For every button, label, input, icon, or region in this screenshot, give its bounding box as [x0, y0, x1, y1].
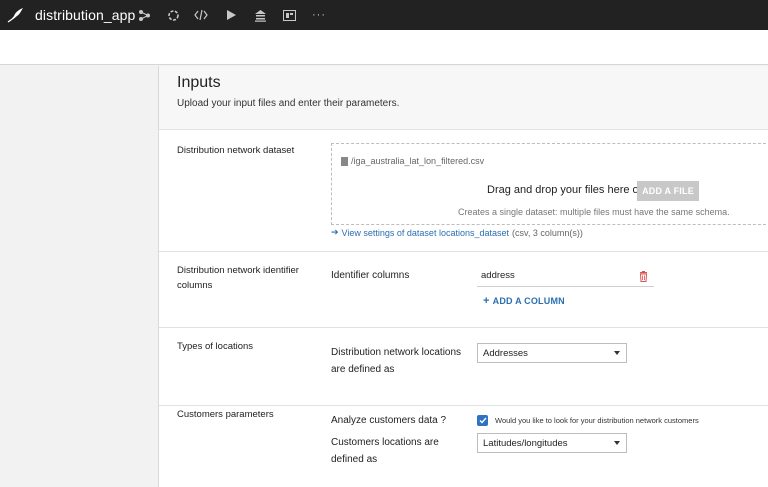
view-link-text[interactable]: View settings of dataset locations_datas… [342, 228, 509, 238]
analyze-customers-help: Would you like to look for your distribu… [495, 416, 699, 425]
selected-value: Addresses [483, 347, 528, 359]
dashboard-icon[interactable] [282, 8, 296, 22]
identifier-section: Distribution network identifier columns … [159, 252, 768, 328]
add-file-button[interactable]: ADD A FILE [637, 181, 699, 201]
types-section: Types of locations Distribution network … [159, 328, 768, 406]
section-label: Distribution network identifier columns [177, 265, 299, 291]
library-icon[interactable] [253, 8, 267, 22]
caret-down-icon [614, 441, 620, 445]
locations-defined-label: Distribution network locations are defin… [331, 347, 462, 375]
dataset-meta: (csv, 3 column(s)) [512, 227, 583, 238]
drag-drop-text: Drag and drop your files here or [487, 184, 643, 196]
view-dataset-settings-link[interactable]: ➔ View settings of dataset locations_dat… [331, 227, 583, 238]
uploaded-file: /iga_australia_lat_lon_filtered.csv [341, 156, 484, 166]
selected-value: Latitudes/longitudes [483, 437, 568, 449]
section-label: Types of locations [177, 341, 254, 352]
plus-icon: + [483, 295, 490, 307]
secondary-toolbar [0, 30, 768, 65]
section-label: Distribution network dataset [177, 145, 295, 156]
run-icon[interactable] [224, 8, 238, 22]
more-icon[interactable]: ··· [312, 8, 326, 22]
inputs-header: Inputs Upload your input files and enter… [159, 66, 768, 130]
customers-locations-label: Customers locations are defined as [331, 437, 439, 465]
page-subtitle: Upload your input files and enter their … [177, 98, 400, 109]
code-icon[interactable] [194, 8, 208, 22]
page-title: Inputs [177, 74, 221, 91]
file-dropzone[interactable]: /iga_australia_lat_lon_filtered.csv Drag… [331, 143, 768, 225]
identifier-column-input[interactable]: address [477, 265, 654, 287]
inputs-panel: Inputs Upload your input files and enter… [158, 66, 768, 487]
file-name: /iga_australia_lat_lon_filtered.csv [351, 156, 485, 166]
app-name[interactable]: distribution_app [35, 7, 135, 23]
dataiku-bird-logo-icon[interactable] [6, 5, 26, 25]
arrow-right-icon: ➔ [331, 227, 339, 237]
add-column-button[interactable]: + ADD A COLUMN [483, 295, 565, 307]
caret-down-icon [614, 351, 620, 355]
recipe-icon[interactable] [166, 8, 180, 22]
add-column-label: ADD A COLUMN [492, 296, 565, 306]
analyze-customers-label: Analyze customers data ? [331, 415, 447, 426]
trash-icon[interactable] [638, 270, 648, 282]
locations-type-select[interactable]: Addresses [477, 343, 627, 363]
file-icon [341, 156, 348, 166]
identifier-columns-label: Identifier columns [331, 270, 410, 281]
flow-icon[interactable] [137, 8, 151, 22]
schema-note: Creates a single dataset: multiple files… [458, 207, 730, 217]
customers-locations-select[interactable]: Latitudes/longitudes [477, 433, 627, 453]
top-navigation-bar: distribution_app ··· [0, 0, 768, 30]
customers-section: Customers parameters Analyze customers d… [159, 406, 768, 487]
section-label: Customers parameters [177, 409, 274, 420]
analyze-customers-checkbox[interactable] [477, 415, 488, 426]
